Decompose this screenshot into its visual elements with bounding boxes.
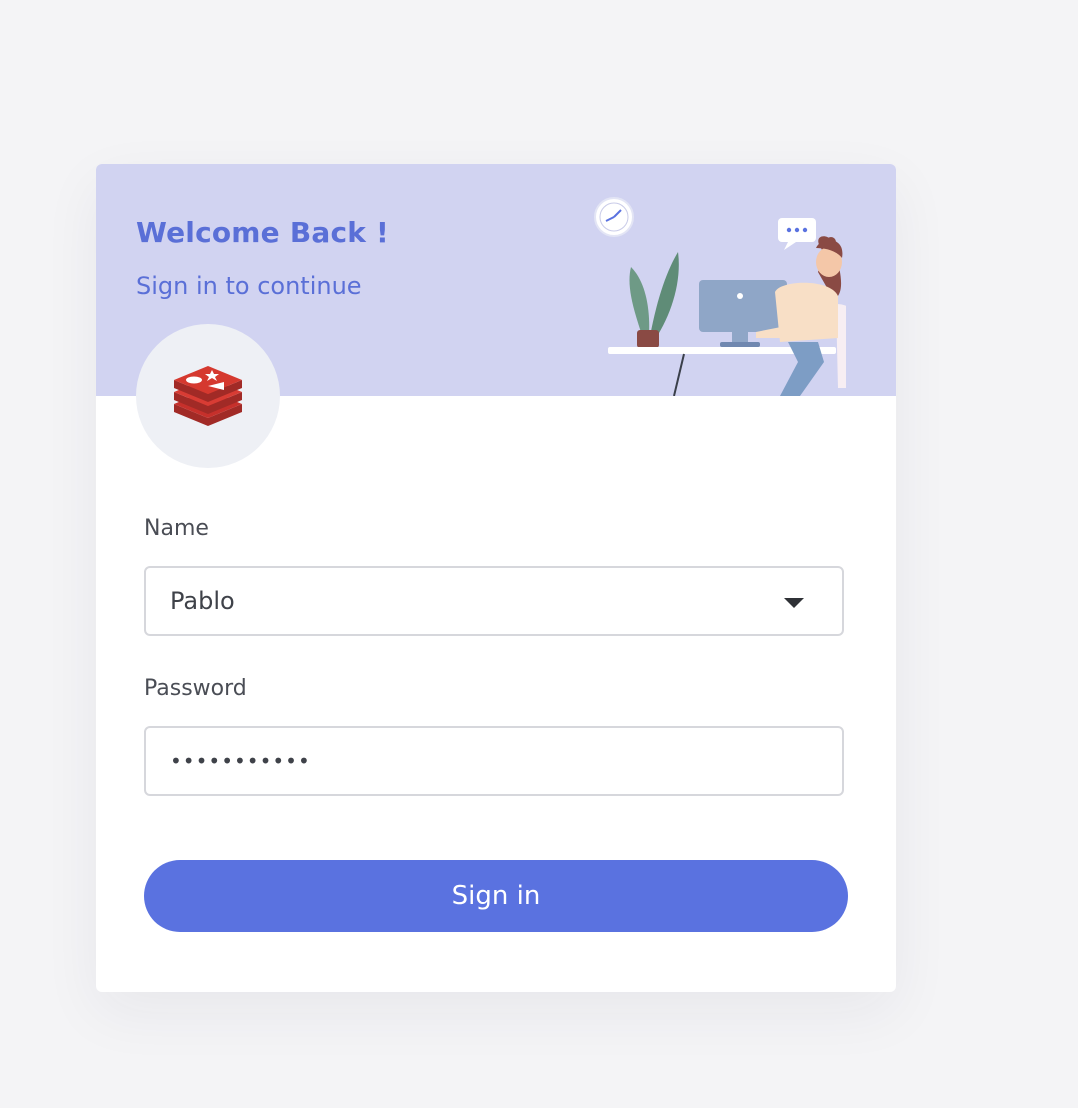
logo-badge	[136, 324, 280, 468]
name-select-value: Pablo	[170, 587, 235, 615]
name-select[interactable]: Pablo	[144, 566, 844, 636]
chat-bubble-icon	[778, 218, 816, 250]
redis-logo-icon	[174, 366, 242, 426]
password-value: •••••••••••	[170, 749, 311, 773]
chevron-down-icon	[784, 598, 804, 608]
login-card: Welcome Back ! Sign in to continue Name …	[96, 164, 896, 992]
password-label: Password	[144, 676, 247, 701]
clock-icon	[594, 197, 634, 237]
welcome-title: Welcome Back !	[136, 216, 389, 249]
plant-icon	[629, 252, 679, 348]
welcome-subtitle: Sign in to continue	[136, 272, 362, 300]
workspace-illustration	[594, 197, 846, 396]
name-label: Name	[144, 516, 209, 541]
sign-in-button[interactable]: Sign in	[144, 860, 848, 932]
password-field[interactable]: •••••••••••	[144, 726, 844, 796]
